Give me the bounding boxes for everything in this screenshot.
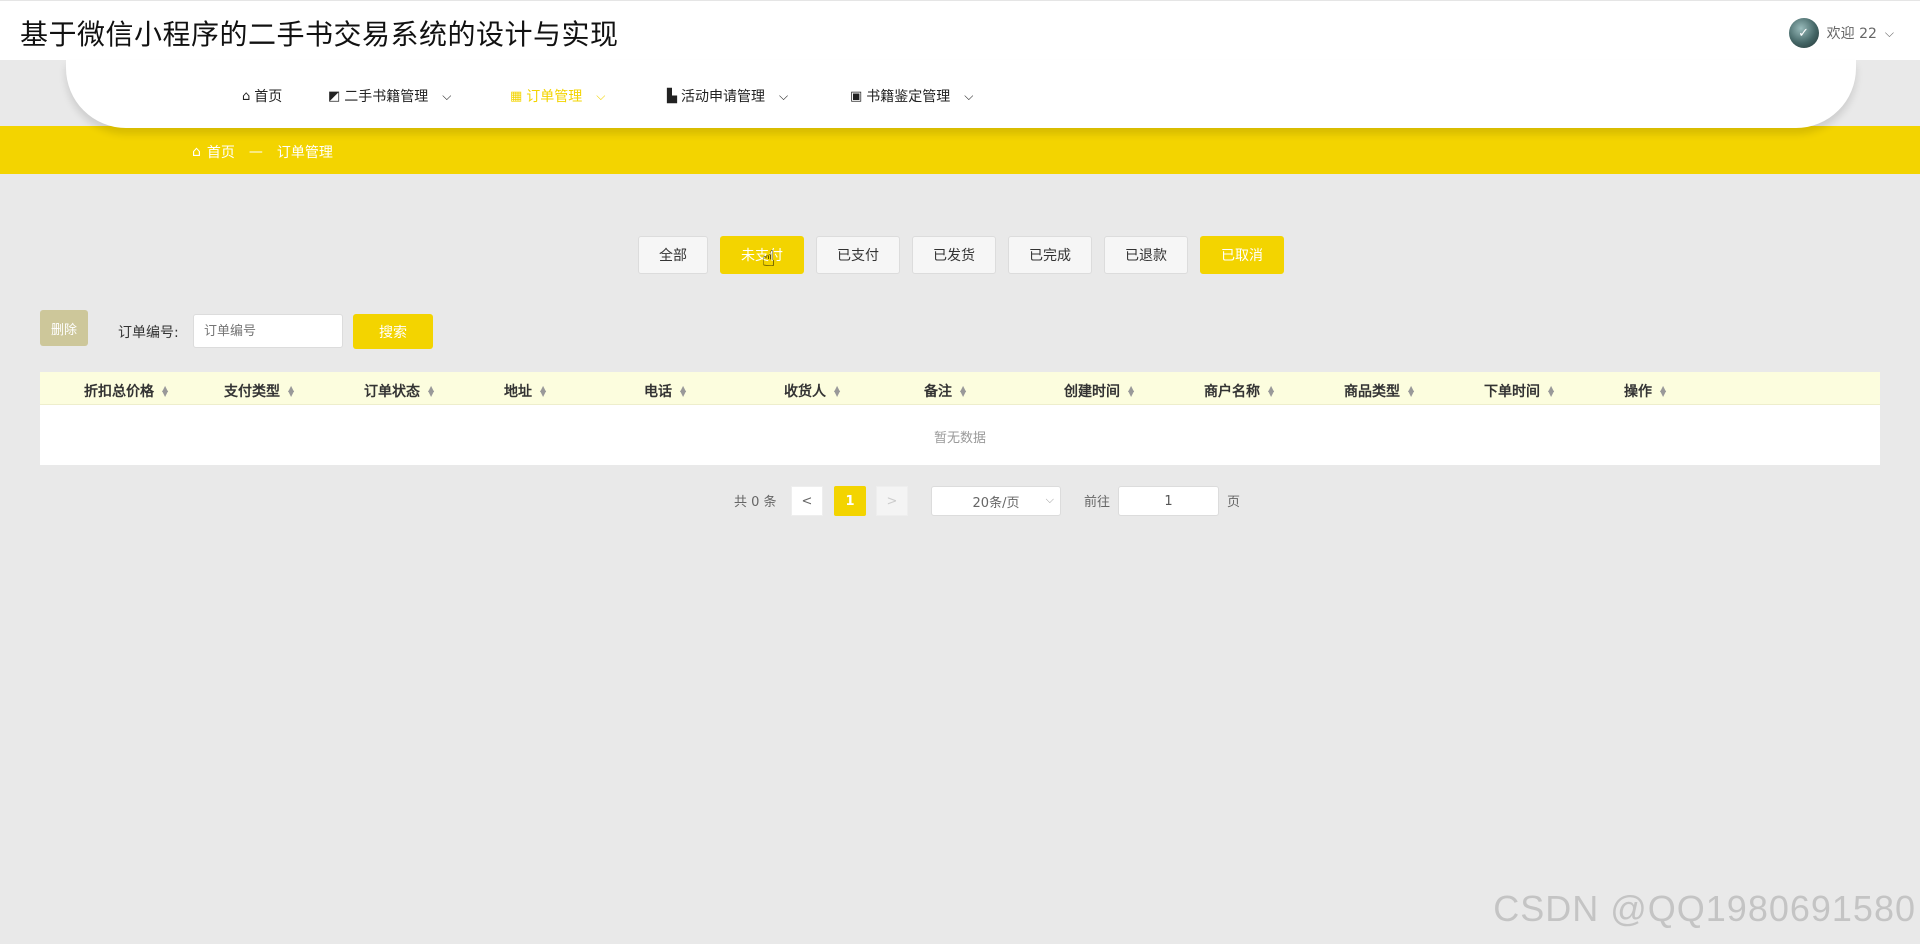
tab-completed[interactable]: 已完成: [1008, 236, 1092, 274]
sort-icon[interactable]: ▲ ▼: [1268, 385, 1274, 398]
watermark: CSDN @QQ1980691580: [1493, 888, 1916, 929]
column-label: 商户名称: [1204, 384, 1260, 400]
sort-icon[interactable]: ▲ ▼: [288, 385, 294, 398]
nav-item-label: 订单管理: [526, 89, 583, 105]
grid-icon: ▦: [510, 88, 523, 104]
column-label: 创建时间: [1064, 384, 1120, 400]
breadcrumb-home[interactable]: 首页: [207, 142, 235, 162]
order-no-label: 订单编号:: [118, 325, 179, 341]
tab-paid[interactable]: 已支付: [816, 236, 900, 274]
user-greeting[interactable]: 欢迎 22: [1827, 23, 1877, 43]
page-number-current[interactable]: 1: [834, 486, 866, 516]
page-size-value: 20条/页: [972, 495, 1020, 511]
tab-refunded[interactable]: 已退款: [1104, 236, 1188, 274]
sort-icon[interactable]: ▲ ▼: [960, 385, 966, 398]
next-page-button[interactable]: >: [876, 486, 908, 516]
book-icon: ◩: [328, 88, 341, 104]
sort-icon[interactable]: ▲ ▼: [540, 385, 546, 398]
nav-item-label: 书籍鉴定管理: [866, 89, 951, 105]
chevron-down-icon: ⌵: [596, 88, 606, 103]
page-unit-label: 页: [1227, 495, 1241, 510]
prev-page-button[interactable]: <: [791, 486, 823, 516]
chevron-down-icon: ⌵: [442, 88, 452, 103]
column-label: 商品类型: [1344, 384, 1400, 400]
column-header[interactable]: 电话 ▲ ▼: [644, 381, 686, 401]
tab-cancelled[interactable]: 已取消: [1200, 236, 1284, 274]
pagination: 共 0 条 < 1 > 20条/页 ⌵ 前往 页: [0, 486, 1920, 516]
column-header[interactable]: 支付类型 ▲ ▼: [224, 381, 294, 401]
column-header[interactable]: 收货人 ▲ ▼: [784, 381, 840, 401]
nav-item-activity-management[interactable]: ▙ 活动申请管理 ⌵: [667, 86, 788, 106]
nav-item-label: 首页: [254, 89, 283, 105]
column-header[interactable]: 地址 ▲ ▼: [504, 381, 546, 401]
column-header[interactable]: 操作 ▲ ▼: [1624, 381, 1666, 401]
column-label: 订单状态: [364, 384, 420, 400]
tab-all[interactable]: 全部: [638, 236, 708, 274]
sort-icon[interactable]: ▲ ▼: [1660, 385, 1666, 398]
column-header[interactable]: 订单状态 ▲ ▼: [364, 381, 434, 401]
column-header[interactable]: 下单时间 ▲ ▼: [1484, 381, 1554, 401]
search-button[interactable]: 搜索: [353, 314, 433, 349]
chevron-down-icon[interactable]: ⌵: [1885, 26, 1894, 41]
avatar[interactable]: ✓: [1788, 18, 1819, 48]
column-header[interactable]: 商品类型 ▲ ▼: [1344, 381, 1414, 401]
sort-icon[interactable]: ▲ ▼: [1548, 385, 1554, 398]
breadcrumb-separator: —: [248, 144, 263, 160]
column-label: 支付类型: [224, 384, 280, 400]
column-header[interactable]: 创建时间 ▲ ▼: [1064, 381, 1134, 401]
column-label: 地址: [504, 384, 532, 400]
column-header[interactable]: 折扣总价格 ▲ ▼: [84, 381, 168, 401]
column-label: 收货人: [784, 384, 826, 400]
home-icon: ⌂: [242, 88, 251, 104]
goto-page-input[interactable]: [1118, 486, 1219, 516]
user-menu[interactable]: ✓ 欢迎 22 ⌵: [1788, 18, 1894, 48]
column-label: 折扣总价格: [84, 384, 154, 400]
table-header: 折扣总价格 ▲ ▼ 支付类型 ▲ ▼ 订单状态 ▲ ▼ 地址 ▲ ▼ 电话 ▲ ▼ 收货人 ▲ ▼ 备注…: [40, 372, 1880, 405]
pagination-total: 共 0 条: [734, 495, 777, 510]
column-header[interactable]: 备注 ▲ ▼: [924, 381, 966, 401]
empty-table-text: 暂无数据: [933, 431, 986, 446]
dashboard-icon: ▙: [667, 88, 677, 104]
app-title: 基于微信小程序的二手书交易系统的设计与实现: [20, 18, 619, 51]
nav-item-label: 二手书籍管理: [344, 89, 429, 105]
goto-label: 前往: [1084, 495, 1111, 510]
column-label: 备注: [924, 384, 952, 400]
orders-table: 折扣总价格 ▲ ▼ 支付类型 ▲ ▼ 订单状态 ▲ ▼ 地址 ▲ ▼ 电话 ▲ ▼ 收货人 ▲ ▼ 备注…: [40, 372, 1880, 465]
sort-icon[interactable]: ▲ ▼: [680, 385, 686, 398]
chevron-down-icon: ⌵: [964, 88, 974, 103]
column-label: 下单时间: [1484, 384, 1540, 400]
sort-icon[interactable]: ▲ ▼: [162, 385, 168, 398]
breadcrumb-current: 订单管理: [276, 145, 333, 161]
order-no-input[interactable]: [193, 314, 343, 348]
column-label: 电话: [644, 384, 672, 400]
breadcrumb: ⌂ 首页 — 订单管理: [192, 142, 333, 162]
nav-item-order-management[interactable]: ▦ 订单管理 ⌵: [510, 86, 605, 106]
nav-item-home[interactable]: ⌂ 首页: [242, 86, 282, 106]
nav-item-book-management[interactable]: ◩ 二手书籍管理 ⌵: [328, 86, 451, 106]
tab-shipped[interactable]: 已发货: [912, 236, 996, 274]
main-nav: ⌂ 首页 ◩ 二手书籍管理 ⌵ ▦ 订单管理 ⌵ ▙ 活动申请管理 ⌵ ▣ 书籍…: [66, 60, 1856, 128]
nav-item-appraisal-management[interactable]: ▣ 书籍鉴定管理 ⌵: [850, 86, 973, 106]
column-label: 操作: [1624, 384, 1652, 400]
nav-item-label: 活动申请管理: [681, 89, 765, 105]
hand-cursor-icon: ☝: [762, 247, 776, 272]
page-size-select[interactable]: 20条/页 ⌵: [931, 486, 1061, 516]
home-icon[interactable]: ⌂: [192, 144, 201, 160]
sort-icon[interactable]: ▲ ▼: [834, 385, 840, 398]
breadcrumb-bar: ⌂ 首页 — 订单管理: [0, 126, 1920, 174]
chevron-down-icon: ⌵: [1045, 493, 1054, 506]
column-header[interactable]: 商户名称 ▲ ▼: [1204, 381, 1274, 401]
sort-icon[interactable]: ▲ ▼: [1128, 385, 1134, 398]
sort-icon[interactable]: ▲ ▼: [1408, 385, 1414, 398]
order-status-tabs: 全部 未支付 已支付 已发货 已完成 已退款 已取消: [638, 236, 1284, 274]
top-header: 基于微信小程序的二手书交易系统的设计与实现 ✓ 欢迎 22 ⌵: [0, 0, 1920, 60]
chevron-down-icon: ⌵: [779, 88, 789, 103]
sort-icon[interactable]: ▲ ▼: [428, 385, 434, 398]
id-card-icon: ▣: [850, 88, 863, 104]
delete-button[interactable]: 删除: [40, 310, 88, 346]
